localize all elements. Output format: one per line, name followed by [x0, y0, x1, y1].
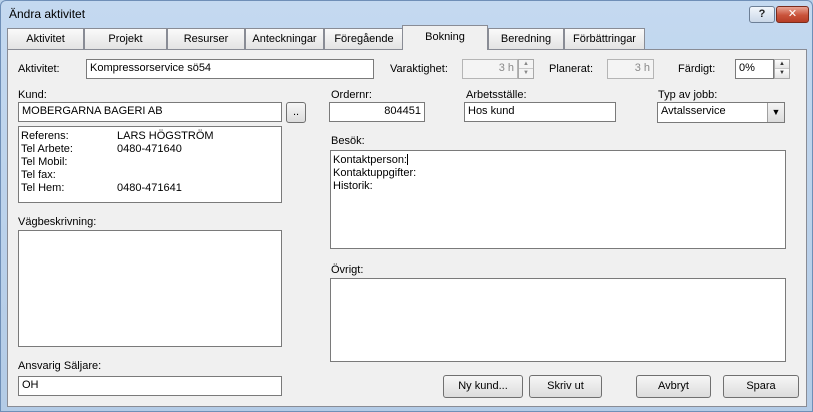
tab-resurser[interactable]: Resurser [167, 28, 245, 49]
arbetsstalle-input[interactable]: Hos kund [464, 102, 616, 122]
help-button[interactable]: ? [749, 6, 775, 23]
typ-av-jobb-value: Avtalsservice [661, 105, 726, 117]
spin-up-icon[interactable]: ▲ [775, 60, 789, 69]
kund-detail-row: Referens: LARS HÖGSTRÖM [21, 130, 214, 142]
skriv-ut-button[interactable]: Skriv ut [529, 375, 602, 398]
tab-beredning[interactable]: Beredning [488, 28, 564, 49]
tab-bokning[interactable]: Bokning [402, 25, 488, 50]
spara-button[interactable]: Spara [723, 375, 799, 398]
saljare-input[interactable]: OH [18, 376, 282, 396]
spin-down-icon[interactable]: ▼ [775, 69, 789, 78]
chevron-down-icon[interactable]: ▼ [767, 103, 784, 122]
ovrigt-label: Övrigt: [331, 264, 364, 276]
tab-forbattringar[interactable]: Förbättringar [564, 28, 645, 49]
ordernr-label: Ordernr: [331, 89, 372, 101]
close-button[interactable]: ✕ [776, 6, 809, 23]
planerat-label: Planerat: [549, 63, 594, 75]
saljare-label: Ansvarig Säljare: [18, 360, 102, 372]
fardigt-spinner[interactable]: ▲ ▼ [774, 59, 790, 79]
kund-browse-button[interactable]: .. [286, 102, 306, 123]
tab-foregaende[interactable]: Föregående [324, 28, 404, 49]
kund-details-box: Referens: LARS HÖGSTRÖM Tel Arbete: 0480… [18, 126, 282, 203]
kund-detail-row: Tel Arbete: 0480-471640 [21, 143, 182, 155]
kund-detail-row: Tel fax: [21, 169, 56, 181]
vagbeskrivning-label: Vägbeskrivning: [18, 216, 97, 228]
arbetsstalle-label: Arbetsställe: [466, 89, 527, 101]
planerat-input[interactable]: 3 h [607, 59, 654, 79]
avbryt-button[interactable]: Avbryt [636, 375, 711, 398]
besok-textarea[interactable]: Kontaktperson: Kontaktuppgifter: Histori… [330, 150, 786, 249]
varaktighet-label: Varaktighet: [390, 63, 448, 75]
title-bar[interactable]: Ändra aktivitet ? ✕ [1, 1, 812, 27]
text-caret [407, 154, 408, 165]
tab-aktivitet[interactable]: Aktivitet [7, 28, 84, 49]
fardigt-input[interactable]: 0% [735, 59, 774, 79]
fardigt-label: Färdigt: [678, 63, 716, 75]
ny-kund-button[interactable]: Ny kund... [443, 375, 523, 398]
spin-up-icon[interactable]: ▲ [519, 60, 533, 69]
kund-detail-row: Tel Mobil: [21, 156, 68, 168]
ordernr-input[interactable]: 804451 [329, 102, 425, 122]
typ-av-jobb-select[interactable]: Avtalsservice ▼ [657, 102, 785, 123]
kund-label: Kund: [18, 89, 47, 101]
spin-down-icon[interactable]: ▼ [519, 69, 533, 78]
tab-anteckningar[interactable]: Anteckningar [245, 28, 324, 49]
ovrigt-textarea[interactable] [330, 278, 786, 362]
typ-av-jobb-label: Typ av jobb: [658, 89, 718, 101]
tab-projekt[interactable]: Projekt [84, 28, 167, 49]
dialog-window: Ändra aktivitet ? ✕ Aktivitet Projekt Re… [0, 0, 813, 412]
kund-input[interactable]: MOBERGARNA BAGERI AB [18, 102, 282, 122]
aktivitet-label: Aktivitet: [18, 63, 60, 75]
window-title: Ändra aktivitet [9, 7, 86, 21]
besok-label: Besök: [331, 135, 365, 147]
aktivitet-input[interactable]: Kompressorservice sö54 [86, 59, 374, 79]
kund-detail-row: Tel Hem: 0480-471641 [21, 182, 182, 194]
vagbeskrivning-textarea[interactable] [18, 230, 282, 347]
varaktighet-spinner[interactable]: ▲ ▼ [518, 59, 534, 79]
varaktighet-input[interactable]: 3 h [462, 59, 518, 79]
